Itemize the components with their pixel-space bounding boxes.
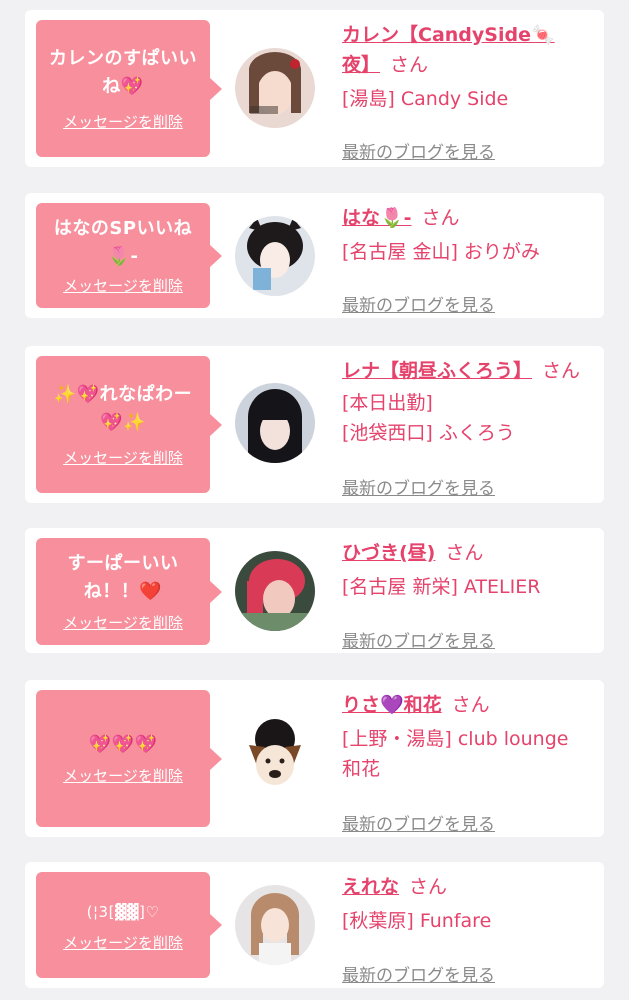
girl-info: レナ【朝昼ふくろう】 さん [本日出勤] [池袋西口] ふくろう 最新のブログを見… xyxy=(342,356,592,499)
girl-name-link[interactable]: はな🌷- xyxy=(342,207,412,229)
delete-message-link[interactable]: メッセージを削除 xyxy=(63,765,183,786)
avatar[interactable] xyxy=(235,216,315,296)
honorific: さん xyxy=(390,54,429,76)
list-item: ✨💖れなぱわー 💖✨ メッセージを削除 レナ【朝昼ふくろう】 さん [本日出勤] … xyxy=(25,346,604,503)
message-bubble: カレンのすぱいい ね💖 メッセージを削除 xyxy=(36,20,222,157)
message-bubble: はなのSPいいね 🌷- メッセージを削除 xyxy=(36,203,222,308)
message-text: 💖💖💖 xyxy=(88,734,158,755)
honorific: さん xyxy=(445,542,484,564)
message-bubble: すーぱーいい ね！！❤️ メッセージを削除 xyxy=(36,538,222,645)
avatar[interactable] xyxy=(235,48,315,128)
delete-message-link[interactable]: メッセージを削除 xyxy=(63,447,183,468)
message-text: はなのSPいいね 🌷- xyxy=(53,218,193,267)
message-bubble: ✨💖れなぱわー 💖✨ メッセージを削除 xyxy=(36,356,222,493)
message-text: ✨💖れなぱわー 💖✨ xyxy=(53,384,193,433)
list-item: (¦3[▓▓]♡ メッセージを削除 えれな さん [秋葉原] Funfare 最新… xyxy=(25,862,604,988)
girl-name-link[interactable]: レナ【朝昼ふくろう】 xyxy=(342,360,532,382)
girl-info: はな🌷- さん [名古屋 金山] おりがみ 最新のブログを見る xyxy=(342,203,592,316)
girl-name-link[interactable]: ひづき(昼) xyxy=(342,542,435,564)
message-text: カレンのすぱいい ね💖 xyxy=(49,48,197,97)
delete-message-link[interactable]: メッセージを削除 xyxy=(63,275,183,296)
shop-info: [名古屋 金山] おりがみ xyxy=(342,241,540,263)
avatar[interactable] xyxy=(235,885,315,965)
shop-info: [秋葉原] Funfare xyxy=(342,910,492,932)
girl-info: りさ💜和花 さん [上野・湯島] club lounge 和花 最新のブログを見る xyxy=(342,690,592,835)
avatar[interactable] xyxy=(235,717,315,797)
honorific: さん xyxy=(409,876,448,898)
latest-blog-link[interactable]: 最新のブログを見る xyxy=(342,961,495,986)
message-text: (¦3[▓▓]♡ xyxy=(86,902,160,921)
latest-blog-link[interactable]: 最新のブログを見る xyxy=(342,474,495,499)
girl-info: ひづき(昼) さん [名古屋 新栄] ATELIER 最新のブログを見る xyxy=(342,538,592,652)
latest-blog-link[interactable]: 最新のブログを見る xyxy=(342,291,495,316)
list-item: はなのSPいいね 🌷- メッセージを削除 はな🌷- さん [名古屋 金山] おりが… xyxy=(25,193,604,318)
honorific: さん xyxy=(451,694,490,716)
message-bubble: 💖💖💖 メッセージを削除 xyxy=(36,690,222,827)
shop-info: [上野・湯島] club lounge 和花 xyxy=(342,728,569,780)
list-item: 💖💖💖 メッセージを削除 りさ💜和花 さん [上野・湯島] club lounge xyxy=(25,680,604,837)
shop-info: [本日出勤] [池袋西口] ふくろう xyxy=(342,392,515,444)
girl-info: えれな さん [秋葉原] Funfare 最新のブログを見る xyxy=(342,872,592,986)
avatar[interactable] xyxy=(235,383,315,463)
girl-name-link[interactable]: えれな xyxy=(342,876,399,898)
delete-message-link[interactable]: メッセージを削除 xyxy=(63,111,183,132)
delete-message-link[interactable]: メッセージを削除 xyxy=(63,932,183,953)
latest-blog-link[interactable]: 最新のブログを見る xyxy=(342,810,495,835)
honorific: さん xyxy=(421,207,460,229)
girl-name-link[interactable]: カレン【CandySide🍬夜】 xyxy=(342,24,555,76)
delete-message-link[interactable]: メッセージを削除 xyxy=(63,612,183,633)
girl-name-link[interactable]: りさ💜和花 xyxy=(342,694,442,716)
list-item: カレンのすぱいい ね💖 メッセージを削除 カレン【CandySide🍬夜】 さん … xyxy=(25,10,604,167)
honorific: さん xyxy=(542,360,581,382)
shop-info: [湯島] Candy Side xyxy=(342,88,509,110)
message-text: すーぱーいい ね！！❤️ xyxy=(67,553,179,602)
avatar[interactable] xyxy=(235,551,315,631)
girl-info: カレン【CandySide🍬夜】 さん [湯島] Candy Side 最新のブロ… xyxy=(342,20,592,163)
latest-blog-link[interactable]: 最新のブログを見る xyxy=(342,138,495,163)
favorites-list: カレンのすぱいい ね💖 メッセージを削除 カレン【CandySide🍬夜】 さん … xyxy=(0,0,629,1000)
shop-info: [名古屋 新栄] ATELIER xyxy=(342,576,541,598)
list-item: すーぱーいい ね！！❤️ メッセージを削除 ひづき(昼) さん [名古屋 新栄] … xyxy=(25,528,604,653)
message-bubble: (¦3[▓▓]♡ メッセージを削除 xyxy=(36,872,222,978)
latest-blog-link[interactable]: 最新のブログを見る xyxy=(342,627,495,652)
